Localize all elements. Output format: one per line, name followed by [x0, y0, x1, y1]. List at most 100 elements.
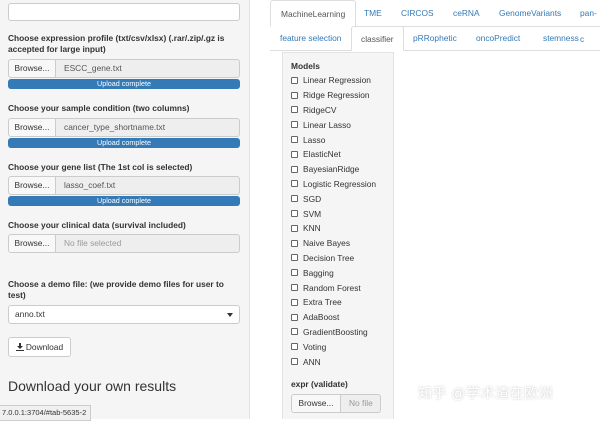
condition-upload-progress: Upload complete: [8, 138, 240, 148]
model-option[interactable]: Voting: [291, 339, 376, 354]
genelist-upload-progress: Upload complete: [8, 196, 240, 206]
model-option[interactable]: Extra Tree: [291, 295, 376, 310]
model-option[interactable]: Random Forest: [291, 280, 376, 295]
model-option[interactable]: ElasticNet: [291, 147, 376, 162]
download-button[interactable]: Download: [8, 337, 71, 357]
tab-feature-selection[interactable]: feature selection: [280, 26, 341, 50]
model-checkbox[interactable]: [291, 328, 298, 336]
model-option[interactable]: Linear Regression: [291, 73, 376, 88]
model-option[interactable]: SGD: [291, 191, 376, 206]
genelist-file-name: lasso_coef.txt: [56, 176, 240, 195]
model-checkbox[interactable]: [291, 165, 298, 173]
model-option-label: Lasso: [303, 134, 326, 145]
model-option[interactable]: ANN: [291, 354, 376, 369]
model-checkbox[interactable]: [291, 91, 298, 99]
model-checkbox[interactable]: [291, 313, 298, 321]
model-option-label: SVM: [303, 208, 322, 219]
condition-file-input[interactable]: Browse... cancer_type_shortname.txt: [8, 118, 240, 137]
model-checkbox[interactable]: [291, 224, 298, 232]
genelist-browse-button[interactable]: Browse...: [8, 176, 56, 195]
genelist-file-input[interactable]: Browse... lasso_coef.txt: [8, 176, 240, 195]
model-checkbox[interactable]: [291, 254, 298, 262]
expr-file-name: No file: [341, 394, 381, 413]
tab-pan-c[interactable]: pan-c: [580, 0, 600, 44]
model-checkbox[interactable]: [291, 358, 298, 366]
download-label: Download: [25, 342, 64, 352]
model-checkbox[interactable]: [291, 195, 298, 203]
model-checkbox[interactable]: [291, 210, 298, 218]
models-panel: Models Linear Regression Ridge Regression…: [282, 52, 394, 419]
model-option[interactable]: KNN: [291, 221, 376, 236]
model-option-label: GradientBoosting: [303, 326, 368, 337]
model-checkbox[interactable]: [291, 239, 298, 247]
model-option[interactable]: Naive Bayes: [291, 236, 376, 251]
model-checkbox[interactable]: [291, 106, 298, 114]
tab-oncopredict[interactable]: oncoPredict: [476, 26, 520, 50]
demo-file-selected: anno.txt: [15, 309, 45, 319]
model-option-label: Logistic Regression: [303, 178, 377, 189]
model-option[interactable]: AdaBoost: [291, 310, 376, 325]
expression-browse-button[interactable]: Browse...: [8, 59, 56, 78]
model-option-label: Random Forest: [303, 282, 361, 293]
sub-tabs: feature selection classifier pRRophetic …: [270, 26, 600, 51]
chevron-down-icon: [227, 313, 233, 317]
model-checkbox[interactable]: [291, 298, 298, 306]
main-tabs: MachineLearning TME CIRCOS ceRNA GenomeV…: [270, 0, 600, 44]
model-checkbox[interactable]: [291, 343, 298, 351]
tab-prrophetic[interactable]: pRRophetic: [413, 26, 457, 50]
clinical-file-name: No file selected: [56, 234, 240, 253]
model-option-label: Decision Tree: [303, 252, 355, 263]
genelist-label: Choose your gene list (The 1st col is se…: [8, 162, 193, 172]
expr-browse-button[interactable]: Browse...: [291, 394, 341, 413]
model-option-label: Linear Regression: [303, 75, 371, 86]
model-checkbox[interactable]: [291, 180, 298, 188]
clinical-file-input[interactable]: Browse... No file selected: [8, 234, 240, 253]
model-option-label: Ridge Regression: [303, 90, 370, 101]
model-option-label: ANN: [303, 356, 321, 367]
model-checkbox[interactable]: [291, 284, 298, 292]
clinical-browse-button[interactable]: Browse...: [8, 234, 56, 253]
model-option[interactable]: BayesianRidge: [291, 162, 376, 177]
tab-classifier[interactable]: classifier: [351, 26, 404, 51]
model-option[interactable]: RidgeCV: [291, 103, 376, 118]
expr-file-input[interactable]: Browse... No file: [291, 394, 381, 413]
model-option[interactable]: Ridge Regression: [291, 88, 376, 103]
model-option[interactable]: Linear Lasso: [291, 117, 376, 132]
model-option[interactable]: Decision Tree: [291, 251, 376, 266]
model-checkbox[interactable]: [291, 269, 298, 277]
tab-cerna[interactable]: ceRNA: [453, 0, 480, 26]
tab-circos[interactable]: CIRCOS: [401, 0, 434, 26]
models-label: Models: [291, 61, 320, 71]
tab-stemness[interactable]: stemness: [543, 26, 579, 50]
model-checkbox[interactable]: [291, 76, 298, 84]
demo-file-select[interactable]: anno.txt: [8, 305, 240, 324]
model-option[interactable]: Lasso: [291, 132, 376, 147]
model-option[interactable]: Bagging: [291, 265, 376, 280]
download-icon: [15, 343, 24, 351]
model-checkbox[interactable]: [291, 150, 298, 158]
model-option-label: KNN: [303, 223, 321, 234]
condition-file-name: cancer_type_shortname.txt: [56, 118, 240, 137]
tab-genomevariants[interactable]: GenomeVariants: [499, 0, 561, 26]
expression-file-input[interactable]: Browse... ESCC_gene.txt: [8, 59, 240, 78]
expr-label: expr (validate): [291, 379, 348, 389]
model-option[interactable]: Logistic Regression: [291, 177, 376, 192]
top-text-input[interactable]: [8, 3, 240, 21]
condition-browse-button[interactable]: Browse...: [8, 118, 56, 137]
condition-label: Choose your sample condition (two column…: [8, 103, 190, 113]
model-checkbox[interactable]: [291, 136, 298, 144]
model-option-label: SGD: [303, 193, 322, 204]
tab-machinelearning[interactable]: MachineLearning: [270, 0, 357, 27]
models-checkbox-group: Linear Regression Ridge Regression RidgeCV…: [291, 73, 376, 369]
expression-file-name: ESCC_gene.txt: [56, 59, 240, 78]
model-option[interactable]: SVM: [291, 206, 376, 221]
download-results-heading: Download your own results: [8, 378, 177, 394]
model-option-label: Linear Lasso: [303, 119, 351, 130]
model-option[interactable]: GradientBoosting: [291, 325, 376, 340]
demo-label: Choose a demo file: (we provide demo fil…: [8, 279, 224, 300]
model-checkbox[interactable]: [291, 121, 298, 129]
clinical-label: Choose your clinical data (survival incl…: [8, 220, 186, 230]
watermark: 知乎 @学术渣在欧洲: [418, 385, 554, 401]
tab-tme[interactable]: TME: [364, 0, 382, 26]
model-option-label: ElasticNet: [303, 149, 341, 160]
